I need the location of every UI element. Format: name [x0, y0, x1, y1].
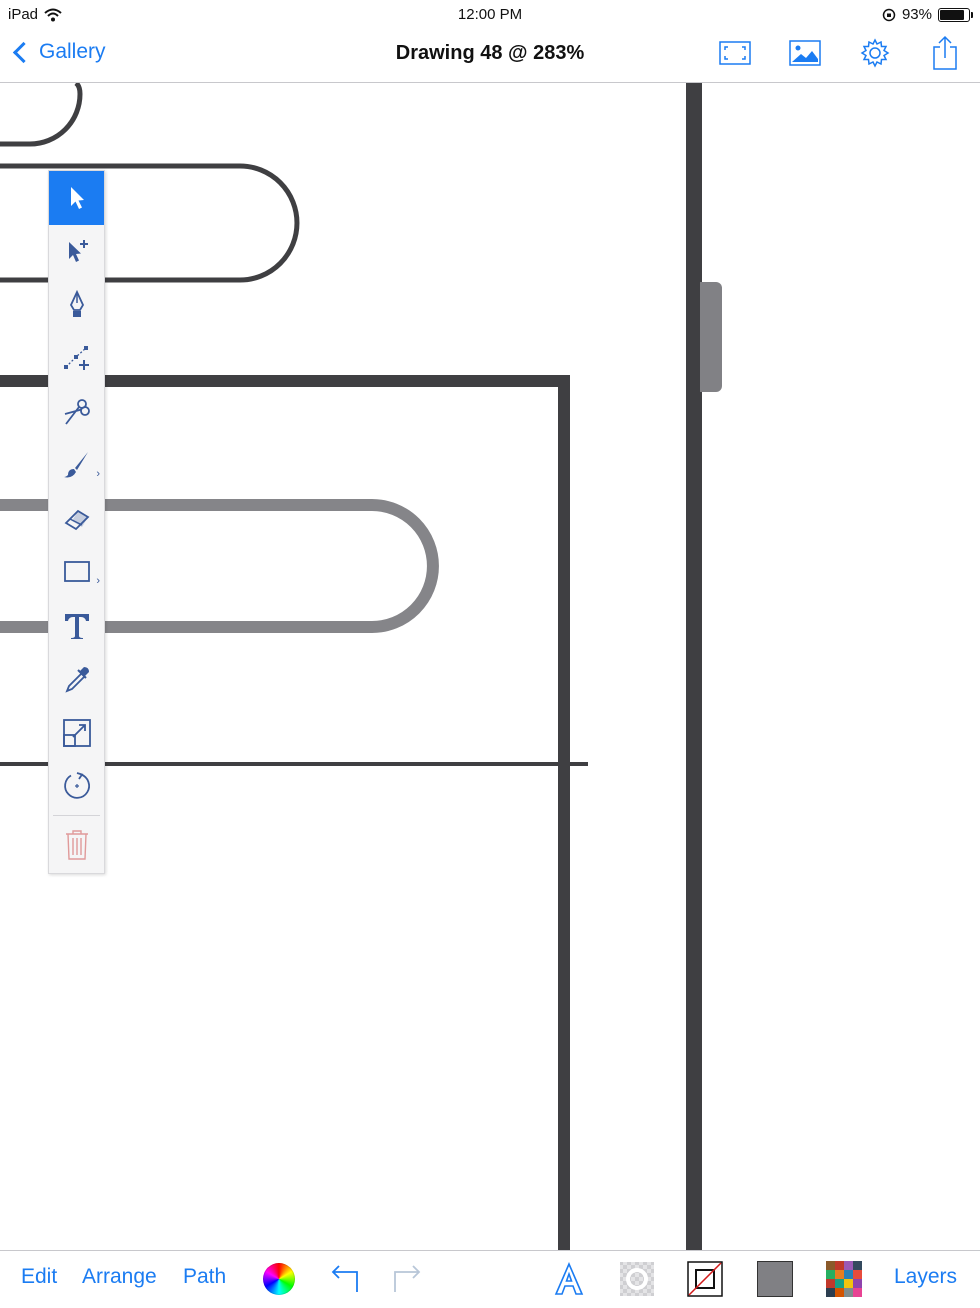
- undo-button[interactable]: [326, 1261, 362, 1297]
- capsule-shape-dark[interactable]: [0, 163, 300, 283]
- share-icon: [933, 35, 957, 70]
- battery-percent: 93%: [901, 6, 932, 23]
- pen-tool-button[interactable]: [49, 278, 104, 332]
- redo-button[interactable]: [390, 1261, 426, 1297]
- rounded-shape-top[interactable]: [0, 83, 83, 147]
- edit-menu-button[interactable]: Edit: [21, 1265, 57, 1289]
- share-button[interactable]: [928, 35, 962, 70]
- scissors-icon: [64, 398, 90, 425]
- shape-tool-button[interactable]: ›: [49, 546, 104, 600]
- rectangle-icon: [63, 561, 90, 583]
- eraser-tool-button[interactable]: [49, 492, 104, 546]
- add-point-tool-button[interactable]: [49, 332, 104, 386]
- rotation-lock-icon: [882, 8, 896, 21]
- palette-divider: [53, 815, 100, 816]
- font-button[interactable]: [551, 1261, 587, 1297]
- path-menu-button[interactable]: Path: [183, 1265, 226, 1289]
- delete-button[interactable]: [49, 818, 104, 872]
- checkerboard-ring-icon: [620, 1262, 654, 1296]
- image-icon: [789, 40, 821, 66]
- add-pointer-icon: [68, 240, 88, 263]
- arrow-pointer-icon: [70, 186, 84, 209]
- fill-swatch-icon: [757, 1261, 793, 1297]
- swatches-button[interactable]: [826, 1261, 862, 1297]
- fullscreen-icon: [719, 41, 751, 65]
- import-image-button[interactable]: [788, 36, 822, 70]
- style-button[interactable]: [619, 1261, 655, 1297]
- battery-icon: [938, 7, 973, 22]
- select-tool-button[interactable]: [49, 171, 104, 225]
- paintbrush-icon: [63, 452, 88, 478]
- text-tool-button[interactable]: [49, 599, 104, 653]
- pen-nib-icon: [69, 289, 84, 317]
- layers-button[interactable]: Layers: [894, 1265, 957, 1289]
- scale-tool-button[interactable]: [49, 706, 104, 760]
- navigation-bar: Gallery Drawing 48 @ 283%: [0, 28, 980, 83]
- bottom-toolbar: Edit Arrange Path Layers: [0, 1250, 980, 1308]
- rotate-tool-button[interactable]: [49, 760, 104, 814]
- swatches-grid-icon: [826, 1261, 862, 1297]
- eyedropper-tool-button[interactable]: [49, 653, 104, 707]
- fullscreen-button[interactable]: [718, 36, 752, 70]
- gear-icon: [860, 38, 890, 68]
- fill-color-button[interactable]: [757, 1261, 793, 1297]
- add-anchor-point-icon: [63, 346, 89, 371]
- panel-handle[interactable]: [700, 282, 722, 392]
- color-wheel-button[interactable]: [261, 1261, 297, 1297]
- pasteboard-area: [702, 83, 980, 1250]
- tool-palette: › ›: [48, 170, 105, 874]
- rotate-icon: [63, 772, 90, 799]
- status-bar: iPad 12:00 PM 93%: [0, 0, 980, 28]
- text-icon: [64, 613, 89, 639]
- status-time: 12:00 PM: [457, 6, 523, 23]
- undo-icon: [331, 1265, 358, 1292]
- brush-tool-button[interactable]: ›: [49, 439, 104, 493]
- eyedropper-icon: [64, 667, 89, 693]
- stroke-swatch-icon: [687, 1261, 723, 1297]
- redo-icon: [394, 1265, 421, 1292]
- scale-icon: [62, 718, 91, 747]
- artboard-edge: [686, 83, 702, 1250]
- trash-icon: [65, 830, 88, 860]
- font-outline-icon: [554, 1262, 584, 1295]
- arrange-menu-button[interactable]: Arrange: [82, 1265, 157, 1289]
- color-wheel-icon: [263, 1263, 295, 1295]
- subselect-tool-button[interactable]: [49, 225, 104, 279]
- settings-button[interactable]: [858, 36, 892, 70]
- eraser-icon: [64, 509, 89, 530]
- stroke-color-button[interactable]: [687, 1261, 723, 1297]
- scissors-tool-button[interactable]: [49, 385, 104, 439]
